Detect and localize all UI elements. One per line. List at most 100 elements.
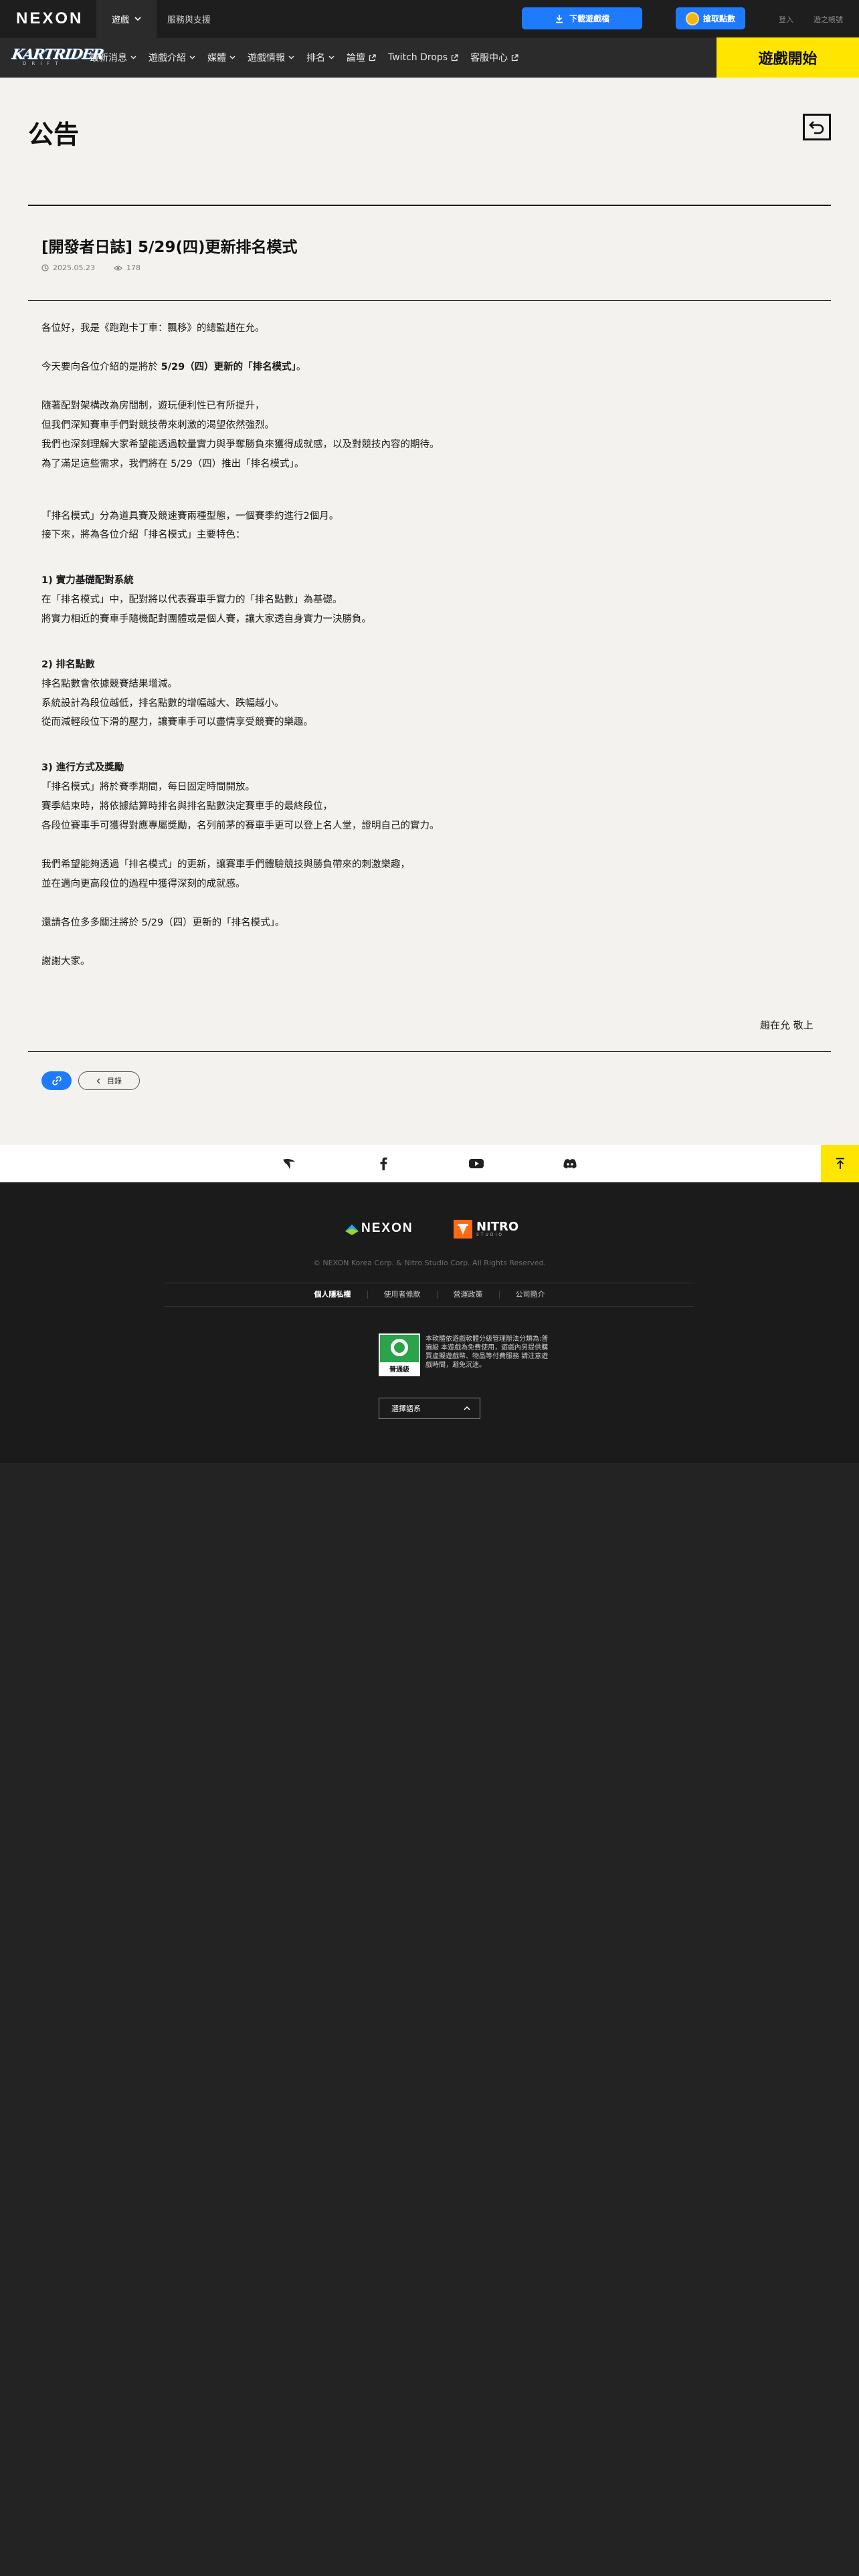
external-link-icon: [511, 53, 518, 61]
social-bar: [0, 1145, 859, 1182]
kartrider-logo[interactable]: KARTRIDER DRIFT: [11, 45, 105, 70]
copy-link-button[interactable]: [41, 1071, 72, 1090]
footer: NEXON NITRO STUDIO © NEXON Korea Corp. &…: [0, 1182, 859, 1463]
nav-forum-label: 論壇: [347, 53, 365, 64]
body-line: 「排名模式」將於賽季期間，每日固定時間開放。: [41, 782, 255, 792]
back-button[interactable]: [803, 114, 831, 140]
terms-link[interactable]: 使用者條款: [367, 1291, 437, 1299]
nav-support[interactable]: 客服中心: [470, 51, 518, 64]
nav-game-info-label: 遊戲情報: [248, 53, 285, 64]
youtube-icon[interactable]: [468, 1156, 484, 1172]
body-line: 「排名模式」分為道具賽及競速賽兩種型態，一個賽季約進行2個月。: [41, 511, 339, 522]
rating-badge: 普通級: [379, 1333, 420, 1376]
nav-support-label: 客服中心: [470, 53, 508, 64]
post-date: 2025.05.23: [53, 263, 95, 272]
download-game-button[interactable]: 下載遊戲檔: [522, 7, 642, 29]
footer-nitro-logo[interactable]: NITRO STUDIO: [454, 1218, 518, 1240]
login-link[interactable]: 登入: [779, 14, 793, 25]
body-line: 謝謝大家。: [41, 956, 90, 967]
game-menu-label: 遊戲: [111, 15, 129, 25]
nexon-mark-icon: [345, 1224, 359, 1235]
points-button[interactable]: 搶取點數: [676, 7, 745, 29]
title-divider: [28, 205, 831, 206]
nexon-top-bar: NEXON 遊戲 服務與支援 下載遊戲檔 搶取點數 登入 遊之帳號: [0, 0, 859, 37]
language-select[interactable]: 選擇語系: [379, 1398, 480, 1419]
footer-nexon-logo[interactable]: NEXON: [344, 1220, 419, 1237]
game-menu[interactable]: 遊戲: [96, 0, 157, 37]
body-line: 並在邁向更高段位的過程中獲得深刻的成就感。: [41, 879, 246, 889]
body-line: 各段位賽車手可獲得對應專屬獎勵，名列前茅的賽車手更可以登上名人堂，證明自己的實力…: [41, 821, 440, 831]
body-text: 。: [296, 362, 306, 372]
kartrider-logo-text: KARTRIDER: [11, 45, 105, 62]
footer-links: 個人隱私權 使用者條款 營運政策 公司簡介: [165, 1283, 694, 1307]
coin-icon: [685, 11, 699, 25]
body-line: 還請各位多多關注將於 5/29（四）更新的「排名模式」。: [41, 918, 285, 928]
section-heading: 2) 排名點數: [41, 657, 95, 671]
signature: 趙在允 敬上: [760, 1019, 814, 1031]
section-heading: 1) 實力基礎配對系統: [41, 572, 134, 586]
external-link-icon: [451, 53, 458, 61]
copyright: © NEXON Korea Corp. & Nitro Studio Corp.…: [312, 1259, 547, 1267]
rating-ring-icon: [391, 1339, 408, 1356]
nav-forum[interactable]: 論壇: [347, 51, 376, 64]
page-title: 公告: [28, 120, 80, 149]
body-line: 從而減輕段位下滑的壓力，讓賽車手可以盡情享受競賽的樂趣。: [41, 717, 313, 728]
list-label: 目錄: [107, 1077, 122, 1085]
signup-link[interactable]: 遊之帳號: [814, 14, 843, 25]
nav-game-intro-label: 遊戲介紹: [149, 53, 186, 64]
body-divider: [28, 1051, 831, 1052]
nav-twitch-drops-label: Twitch Drops: [388, 52, 448, 63]
nav-news[interactable]: 最新消息: [90, 51, 136, 64]
download-icon: [555, 14, 563, 23]
link-icon: [52, 1076, 62, 1085]
nitro-mark-icon: [454, 1220, 472, 1239]
game-start-button[interactable]: 遊戲開始: [717, 37, 859, 78]
chevron-down-icon: [288, 56, 294, 60]
nav-game-intro[interactable]: 遊戲介紹: [149, 51, 195, 64]
body-line: 各位好，我是《跑跑卡丁車：飄移》的總監趙在允。: [41, 323, 265, 334]
body-line: 但我們深知賽車手們對競技帶來刺激的渴望依然強烈。: [41, 420, 274, 431]
rating-label: 普通級: [380, 1362, 419, 1375]
body-text: 今天要向各位介紹的是將於: [41, 362, 161, 372]
nav-ranking[interactable]: 排名: [306, 51, 335, 64]
policy-link[interactable]: 營運政策: [436, 1291, 499, 1299]
arrow-up-icon: [836, 1158, 844, 1169]
body-line: 系統設計為段位越低，排名點數的增幅越大、跌幅越小。: [41, 698, 284, 709]
clock-icon: [41, 264, 49, 272]
game-nav-items: 最新消息 遊戲介紹 媒體 遊戲情報 排名 論壇 Twitch Drops 客服中…: [90, 37, 518, 78]
language-label: 選擇語系: [391, 1404, 421, 1413]
nav-news-label: 最新消息: [90, 53, 127, 64]
download-label: 下載遊戲檔: [569, 14, 609, 23]
section-heading-text: 1) 實力基礎配對系統: [41, 575, 134, 586]
return-icon: [809, 121, 824, 134]
chevron-down-icon: [229, 56, 235, 60]
chevron-left-icon: [96, 1078, 100, 1083]
chevron-up-icon: [464, 1406, 470, 1410]
post-meta: 2025.05.23 178: [41, 263, 140, 272]
nav-media[interactable]: 媒體: [207, 51, 235, 64]
chevron-down-icon: [328, 56, 335, 60]
chevron-down-icon: [189, 56, 195, 60]
nexon-logo[interactable]: NEXON: [16, 9, 83, 28]
section-heading: 3) 進行方式及獎勵: [41, 760, 124, 774]
nav-game-info[interactable]: 遊戲情報: [248, 51, 294, 64]
body-line: 在「排名模式」中，配對將以代表賽車手實力的「排名點數」為基礎。: [41, 595, 343, 605]
nitro-text: NITRO: [476, 1219, 519, 1234]
privacy-link[interactable]: 個人隱私權: [298, 1291, 367, 1299]
external-link-icon: [369, 53, 376, 61]
nav-media-label: 媒體: [207, 53, 226, 64]
body-bold: 5/29（四）更新的「排名模式」: [161, 362, 296, 372]
nav-twitch-drops[interactable]: Twitch Drops: [388, 52, 458, 63]
facebook-icon[interactable]: [375, 1156, 391, 1172]
section-heading-text: 3) 進行方式及獎勵: [41, 762, 124, 773]
back-to-top-button[interactable]: [821, 1145, 859, 1182]
meta-divider: [28, 300, 831, 301]
service-menu[interactable]: 服務與支援: [167, 13, 211, 25]
body-line: 我們也深刻理解大家希望能透過較量實力與爭奪勝負來獲得成就感，以及對競技內容的期待…: [41, 439, 440, 450]
kartrider-icon[interactable]: [281, 1156, 297, 1172]
eye-icon: [114, 265, 122, 271]
list-button[interactable]: 目錄: [78, 1071, 140, 1090]
discord-icon[interactable]: [562, 1156, 578, 1172]
chevron-down-icon: [134, 17, 141, 21]
company-link[interactable]: 公司簡介: [498, 1291, 561, 1299]
